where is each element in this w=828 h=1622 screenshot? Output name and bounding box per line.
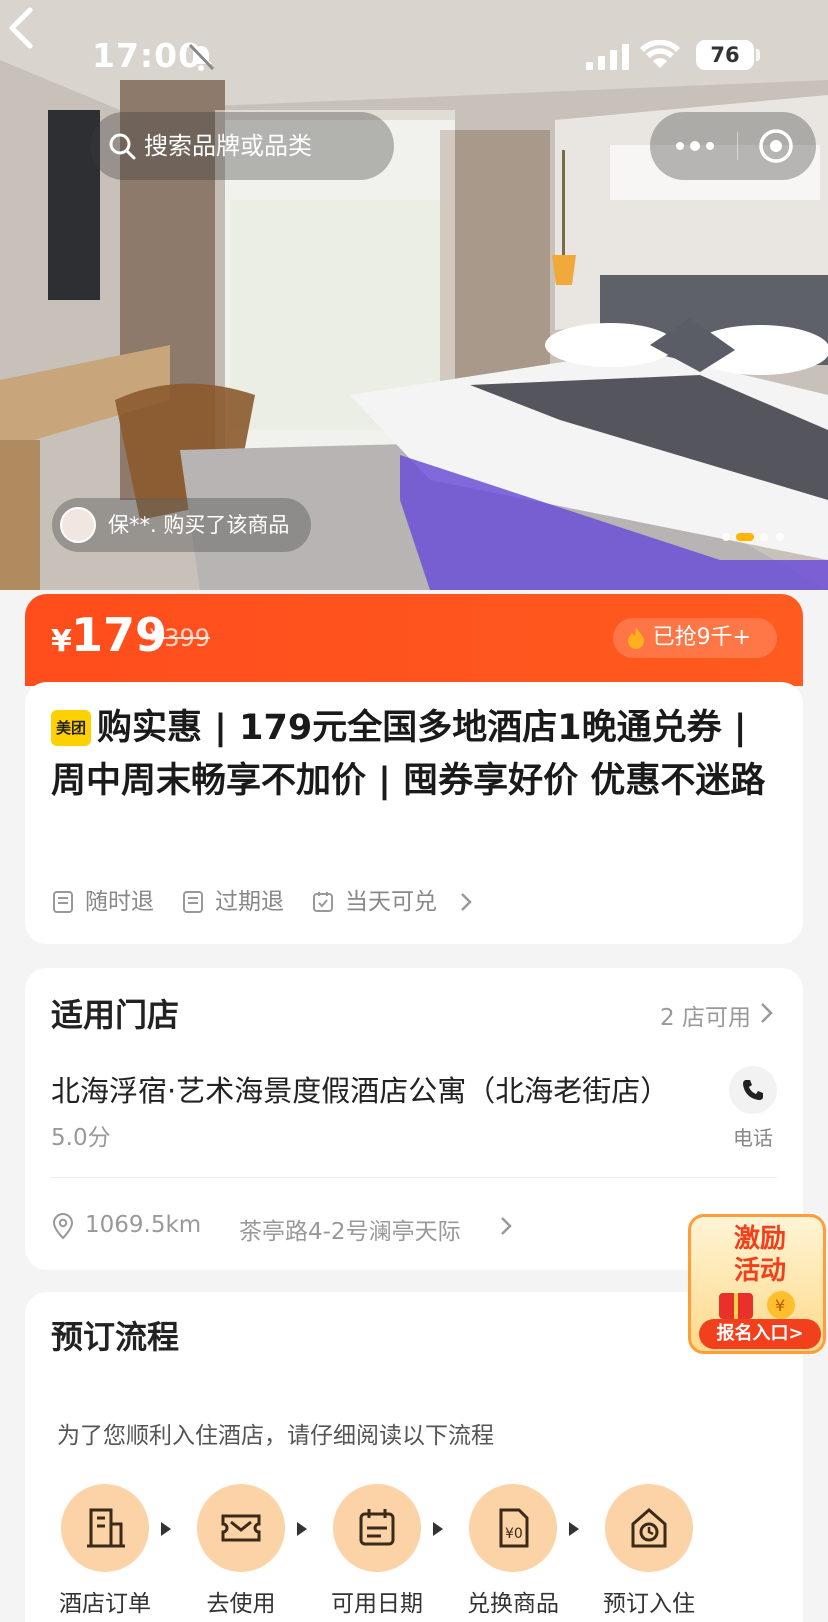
promo-title-line: 活动 bbox=[733, 1256, 786, 1286]
product-photo[interactable]: 17:00 76 搜索品牌或品类 保**. 购买了该商品 bbox=[0, 0, 828, 590]
carousel-dots bbox=[722, 533, 798, 545]
price-currency: ¥ bbox=[51, 624, 72, 659]
step-arrow-icon bbox=[569, 1522, 579, 1536]
close-target-icon[interactable] bbox=[758, 128, 794, 164]
calendar-icon bbox=[359, 1509, 395, 1546]
step-circle bbox=[605, 1484, 693, 1572]
stores-heading: 适用门店 bbox=[51, 996, 180, 1034]
miniprogram-capsule bbox=[650, 112, 816, 180]
svg-text:¥: ¥ bbox=[775, 1296, 785, 1315]
step-redeem: ¥0 兑换商品 bbox=[453, 1484, 573, 1617]
promo-title: 激励 活动 bbox=[701, 1223, 819, 1287]
cellular-signal-icon bbox=[586, 44, 629, 70]
step-available-dates: 可用日期 bbox=[317, 1484, 437, 1617]
brand-tag: 美团 bbox=[51, 710, 91, 746]
clock-house-icon bbox=[631, 1508, 667, 1548]
sold-count-badge: 已抢9千+ bbox=[612, 618, 777, 658]
receipt-icon bbox=[53, 891, 73, 913]
step-arrow-icon bbox=[433, 1522, 443, 1536]
back-arrow-icon[interactable] bbox=[0, 0, 44, 56]
promo-title-line: 激励 bbox=[733, 1224, 786, 1254]
chevron-right-icon bbox=[501, 1217, 512, 1235]
svg-text:¥0: ¥0 bbox=[505, 1526, 523, 1542]
store-score: 5.0分 bbox=[51, 1125, 111, 1151]
bell-muted-icon bbox=[188, 43, 215, 71]
status-bar: 17:00 76 bbox=[0, 0, 828, 110]
avatar bbox=[60, 507, 96, 543]
step-arrow-icon bbox=[161, 1522, 171, 1536]
phone-label: 电话 bbox=[733, 1126, 773, 1150]
step-check-in: 预订入住 bbox=[589, 1484, 709, 1617]
step-hotel-order: 酒店订单 bbox=[45, 1484, 165, 1617]
fire-icon bbox=[627, 627, 644, 649]
calendar-check-icon bbox=[313, 892, 333, 912]
carousel-dot bbox=[722, 533, 730, 541]
step-label: 酒店订单 bbox=[59, 1591, 151, 1617]
process-description: 为了您顺利入住酒店，请仔细阅读以下流程 bbox=[57, 1423, 494, 1449]
carousel-dot bbox=[760, 533, 768, 541]
price-bar: ¥ 179 ¥399 已抢9千+ bbox=[25, 594, 803, 686]
more-dots-icon[interactable] bbox=[672, 136, 718, 156]
store-street: 茶亭路4-2号澜亭天际 bbox=[239, 1219, 461, 1245]
voucher-icon: ¥0 bbox=[499, 1508, 529, 1548]
incentive-activity-float[interactable]: 激励 活动 ¥ 报名入口> bbox=[688, 1214, 826, 1354]
hotel-building-icon bbox=[87, 1508, 125, 1548]
phone-button[interactable] bbox=[729, 1066, 777, 1114]
tag-label: 过期退 bbox=[215, 889, 284, 915]
process-heading: 预订流程 bbox=[51, 1318, 180, 1356]
tag-label: 随时退 bbox=[85, 889, 154, 915]
sold-count-text: 已抢9千+ bbox=[652, 625, 751, 650]
product-title-text: 购实惠 | 179元全国多地酒店1晚通兑券 | 周中周末畅享不加价 | 囤券享好… bbox=[51, 708, 766, 801]
chevron-right-icon[interactable] bbox=[759, 1001, 775, 1025]
product-title: 美团 购实惠 | 179元全国多地酒店1晚通兑券 | 周中周末畅享不加价 | 囤券… bbox=[51, 702, 791, 808]
search-placeholder: 搜索品牌或品类 bbox=[144, 132, 312, 160]
stores-count-link[interactable]: 2 店可用 bbox=[660, 998, 751, 1032]
step-arrow-icon bbox=[297, 1522, 307, 1536]
search-bar[interactable]: 搜索品牌或品类 bbox=[90, 112, 394, 180]
tag-label: 当天可兑 bbox=[345, 889, 437, 915]
signup-entry-button[interactable]: 报名入口> bbox=[699, 1319, 821, 1349]
wifi-icon bbox=[640, 40, 680, 68]
location-pin-icon bbox=[52, 1212, 74, 1240]
step-circle: ¥0 bbox=[469, 1484, 557, 1572]
phone-icon bbox=[743, 1080, 763, 1100]
recent-buyer-text: 保**. 购买了该商品 bbox=[108, 513, 290, 537]
battery-tip bbox=[756, 49, 760, 61]
capsule-divider bbox=[737, 132, 738, 160]
step-label: 可用日期 bbox=[331, 1591, 423, 1617]
search-icon bbox=[109, 133, 136, 160]
booking-process-card: 预订流程 为了您顺利入住酒店，请仔细阅读以下流程 酒店订单 去使用 可用日期 ¥… bbox=[25, 1292, 803, 1622]
ticket-icon bbox=[221, 1514, 261, 1542]
product-info-card: 美团 购实惠 | 179元全国多地酒店1晚通兑券 | 周中周末畅享不加价 | 囤券… bbox=[25, 682, 803, 944]
step-use: 去使用 bbox=[181, 1484, 301, 1617]
step-label: 预订入住 bbox=[603, 1591, 695, 1617]
original-price: ¥399 bbox=[149, 624, 211, 652]
chevron-right-icon bbox=[461, 893, 472, 911]
store-distance: 1069.5km bbox=[85, 1212, 202, 1238]
carousel-dot-active bbox=[736, 533, 754, 541]
receipt-icon bbox=[183, 891, 203, 913]
recent-buyer-pill: 保**. 购买了该商品 bbox=[52, 498, 312, 552]
step-circle bbox=[61, 1484, 149, 1572]
tag-same-day: 当天可兑 bbox=[311, 884, 481, 920]
step-label: 兑换商品 bbox=[467, 1591, 559, 1617]
battery-level: 76 bbox=[696, 40, 754, 70]
step-circle bbox=[197, 1484, 285, 1572]
store-name[interactable]: 北海浮宿·艺术海景度假酒店公寓（北海老街店） bbox=[51, 1068, 691, 1110]
gift-icon: ¥ bbox=[719, 1291, 795, 1319]
carousel-dot bbox=[776, 533, 784, 541]
applicable-stores-card: 适用门店 2 店可用 北海浮宿·艺术海景度假酒店公寓（北海老街店） 5.0分 电… bbox=[25, 968, 803, 1270]
step-circle bbox=[333, 1484, 421, 1572]
step-label: 去使用 bbox=[206, 1591, 276, 1617]
divider bbox=[51, 1177, 777, 1178]
